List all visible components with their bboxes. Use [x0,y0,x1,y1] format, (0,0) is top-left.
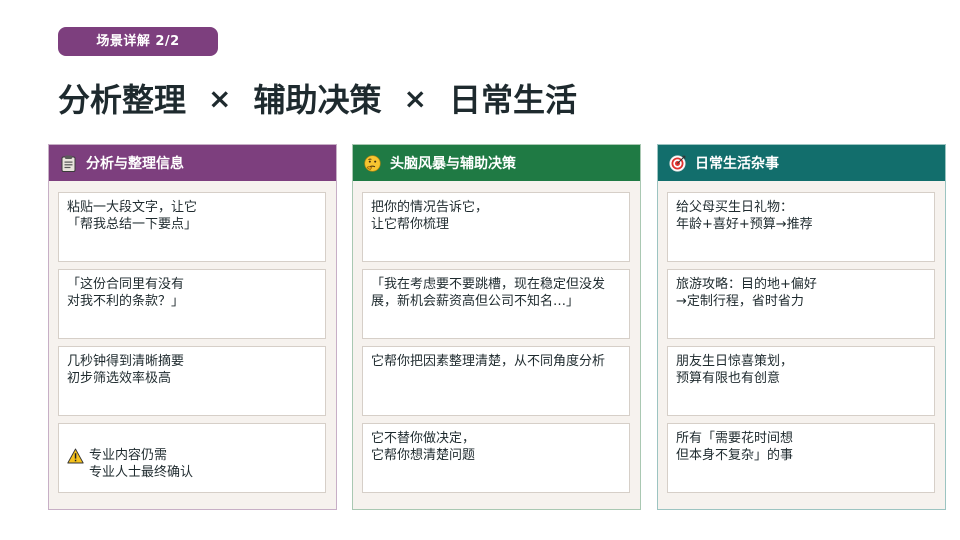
column-header: 头脑风暴与辅助决策 [353,145,640,181]
card: 「我在考虑要不要跳槽，现在稳定但没发展，新机会薪资高但公司不知名…」 [362,269,630,339]
title-part-3: 日常生活 [448,81,577,119]
card-text: 专业内容仍需 专业人士最终确认 [89,448,194,480]
card: 旅游攻略：目的地+偏好 →定制行程，省时省力 [667,269,935,339]
thinking-face-icon [364,154,381,172]
card: 「这份合同里有没有 对我不利的条款？」 [58,269,326,339]
column-brainstorm: 头脑风暴与辅助决策 把你的情况告诉它， 让它帮你梳理 「我在考虑要不要跳槽，现在… [352,144,641,510]
card: 粘贴一大段文字，让它 「帮我总结一下要点」 [58,192,326,262]
card: 把你的情况告诉它， 让它帮你梳理 [362,192,630,262]
target-icon [669,154,686,172]
title-separator-2: × [403,81,427,115]
card: 它不替你做决定， 它帮你想清楚问题 [362,423,630,493]
slide-badge: 场景详解 2/2 [58,27,218,56]
card: 朋友生日惊喜策划， 预算有限也有创意 [667,346,935,416]
column-daily-life: 日常生活杂事 给父母买生日礼物： 年龄+喜好+预算→推荐 旅游攻略：目的地+偏好… [657,144,946,510]
clipboard-icon [60,155,77,172]
column-header-label: 头脑风暴与辅助决策 [390,156,516,172]
column-header-label: 分析与整理信息 [86,156,184,172]
warning-icon [67,448,84,464]
card-warning: 专业内容仍需 专业人士最终确认 [58,423,326,493]
column-header: 分析与整理信息 [49,145,336,181]
page-title: 分析整理 × 辅助决策 × 日常生活 [58,74,577,122]
title-part-2: 辅助决策 [253,81,382,119]
title-part-1: 分析整理 [58,81,187,119]
column-analysis: 分析与整理信息 粘贴一大段文字，让它 「帮我总结一下要点」 「这份合同里有没有 … [48,144,337,510]
card: 几秒钟得到清晰摘要 初步筛选效率极高 [58,346,326,416]
card: 它帮你把因素整理清楚，从不同角度分析 [362,346,630,416]
column-header-label: 日常生活杂事 [695,156,779,172]
card: 给父母买生日礼物： 年龄+喜好+预算→推荐 [667,192,935,262]
column-header: 日常生活杂事 [658,145,945,181]
card: 所有「需要花时间想 但本身不复杂」的事 [667,423,935,493]
title-separator-1: × [208,81,232,115]
